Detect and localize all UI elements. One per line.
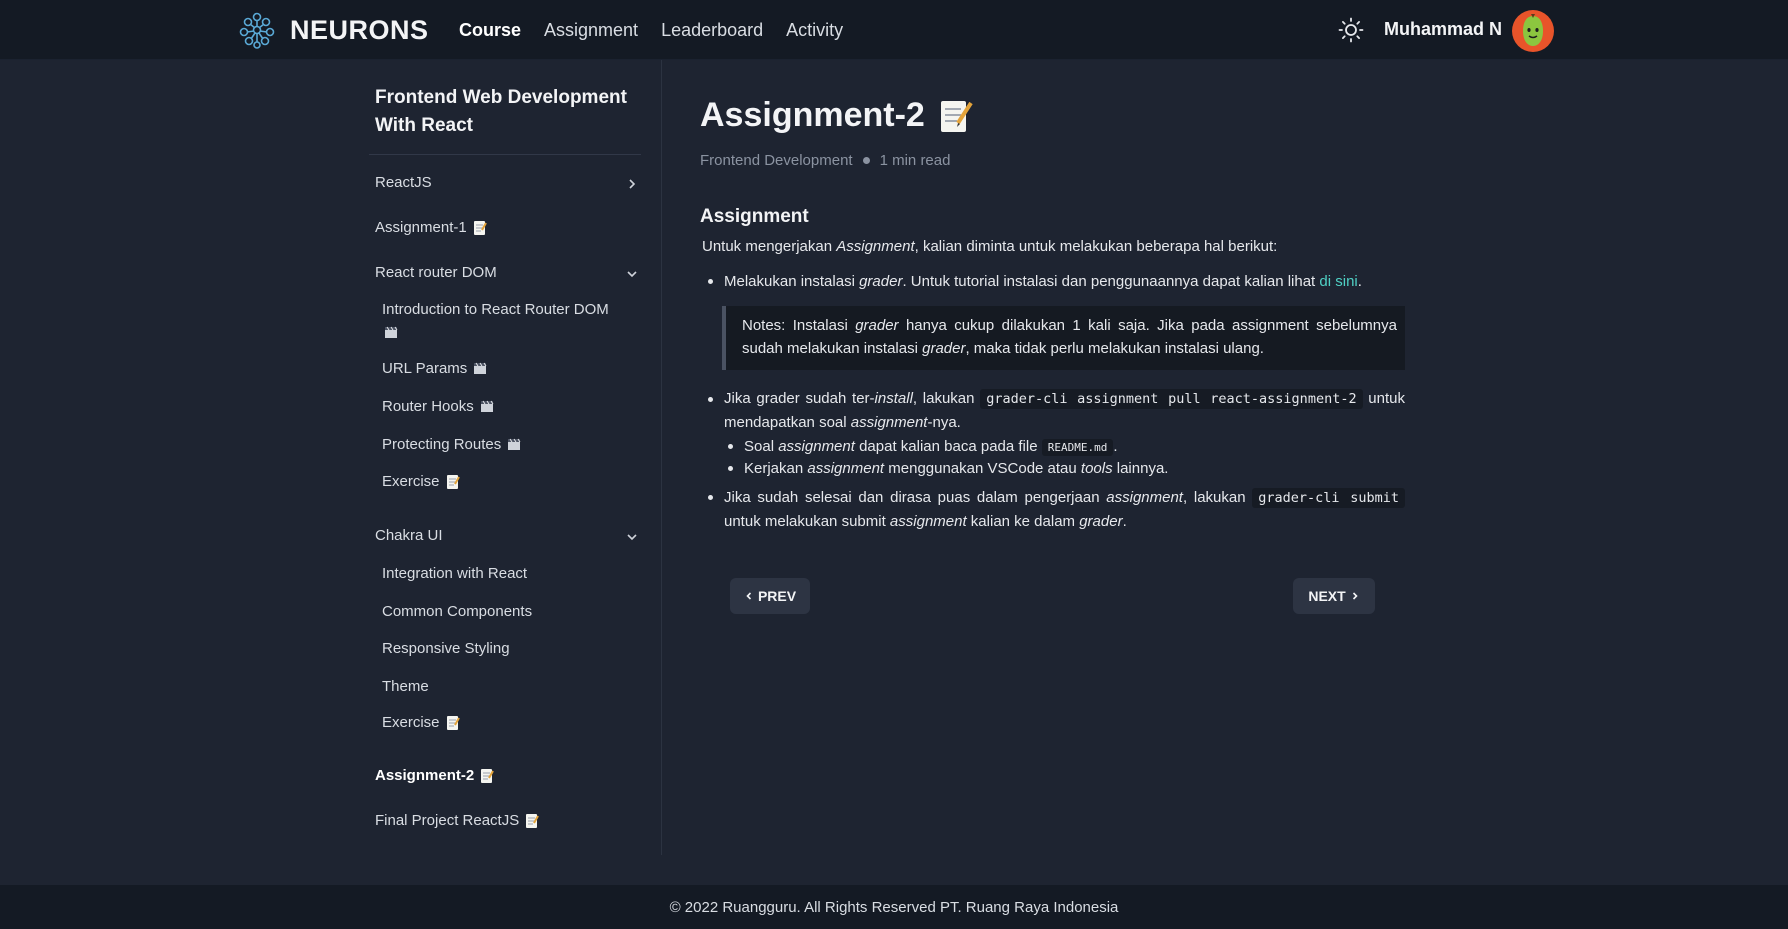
bullet-dot bbox=[728, 466, 733, 471]
brand[interactable]: NEURONS bbox=[238, 10, 429, 50]
avatar-character-icon bbox=[1523, 14, 1543, 46]
sidebar-item-label: Exercise bbox=[382, 714, 440, 731]
intro-paragraph: Untuk mengerjakan Assignment, kalian dim… bbox=[702, 238, 1278, 255]
chevron-right-icon bbox=[629, 179, 636, 189]
section-heading: Assignment bbox=[700, 206, 809, 227]
memo-icon bbox=[526, 813, 540, 828]
next-button-label: NEXT bbox=[1308, 588, 1346, 604]
sidebar-item-label: Assignment-1 bbox=[375, 219, 467, 236]
article-meta: Frontend Development 1 min read bbox=[700, 152, 950, 169]
sidebar-item-assignment-1[interactable]: Assignment-1 bbox=[375, 219, 487, 236]
clapper-icon bbox=[474, 362, 487, 374]
sidebar-item-exercise-router[interactable]: Exercise bbox=[382, 473, 460, 490]
avatar[interactable] bbox=[1512, 10, 1554, 52]
sidebar-item-label: Theme bbox=[382, 678, 429, 695]
sidebar-item-final-project[interactable]: Final Project ReactJS bbox=[375, 812, 540, 829]
sidebar-item-responsive-styling[interactable]: Responsive Styling bbox=[382, 640, 510, 657]
sidebar-item-label: Introduction to React Router DOM bbox=[382, 301, 609, 318]
sidebar-item-exercise-chakra[interactable]: Exercise bbox=[382, 714, 460, 731]
theme-toggle-button[interactable] bbox=[1337, 16, 1365, 44]
bullet-dot bbox=[728, 444, 733, 449]
footer: © 2022 Ruangguru. All Rights Reserved PT… bbox=[0, 885, 1788, 929]
list-item: Jika sudah selesai dan dirasa puas dalam… bbox=[724, 486, 1405, 533]
sidebar-item-label: Exercise bbox=[382, 473, 440, 490]
chevron-down-icon bbox=[627, 534, 637, 541]
sidebar-item-assignment-2[interactable]: Assignment-2 bbox=[375, 767, 495, 784]
readme-filename-code: README.md bbox=[1041, 439, 1114, 456]
separator-dot bbox=[862, 157, 870, 164]
chevron-down-icon bbox=[627, 271, 637, 278]
sidebar-item-label: Responsive Styling bbox=[382, 640, 510, 657]
category-label: Frontend Development bbox=[700, 152, 853, 169]
sidebar-item-label: URL Params bbox=[382, 360, 468, 377]
submit-command-code: grader-cli submit bbox=[1252, 488, 1405, 508]
bullet-dot bbox=[708, 397, 713, 402]
sidebar-item-label: Common Components bbox=[382, 603, 533, 620]
clapper-icon bbox=[385, 326, 398, 338]
sidebar-section-react-router-dom[interactable]: React router DOM bbox=[375, 264, 641, 281]
sub-list-item: Kerjakan assignment menggunakan VSCode a… bbox=[744, 460, 1169, 477]
sidebar-item-intro-react-router-dom[interactable]: Introduction to React Router DOM bbox=[382, 299, 622, 343]
read-time: 1 min read bbox=[879, 152, 951, 169]
sidebar-item-label: React router DOM bbox=[375, 264, 497, 281]
bullet-dot bbox=[708, 279, 713, 284]
next-button[interactable]: NEXT bbox=[1293, 578, 1375, 614]
sub-list-item: Soal assignment dapat kalian baca pada f… bbox=[744, 438, 1118, 456]
main-nav: Course Assignment Leaderboard Activity bbox=[459, 0, 866, 60]
prev-button[interactable]: PREV bbox=[730, 578, 810, 614]
sidebar-item-label: Router Hooks bbox=[382, 398, 474, 415]
sidebar-item-common-components[interactable]: Common Components bbox=[382, 603, 532, 620]
brand-name: NEURONS bbox=[290, 14, 429, 45]
top-navbar: NEURONS Course Assignment Leaderboard Ac… bbox=[0, 0, 1788, 60]
sun-icon bbox=[1338, 17, 1364, 43]
sidebar-item-label: Integration with React bbox=[382, 565, 528, 582]
sidebar-section-reactjs[interactable]: ReactJS bbox=[375, 174, 641, 191]
sidebar-item-label: ReactJS bbox=[375, 174, 432, 191]
sidebar-section-chakra-ui[interactable]: Chakra UI bbox=[375, 527, 641, 544]
sidebar-item-integration-with-react[interactable]: Integration with React bbox=[382, 565, 527, 582]
memo-icon bbox=[481, 768, 495, 783]
footer-copyright: © 2022 Ruangguru. All Rights Reserved PT… bbox=[669, 898, 1119, 916]
course-title: Frontend Web Development With React bbox=[375, 87, 627, 136]
list-item: Jika grader sudah ter-install, lakukan g… bbox=[724, 389, 1405, 431]
user-name[interactable]: Muhammad N bbox=[1384, 19, 1502, 40]
sidebar-item-url-params[interactable]: URL Params bbox=[382, 360, 487, 377]
divider bbox=[369, 154, 641, 155]
prev-button-label: PREV bbox=[757, 588, 797, 604]
memo-icon bbox=[940, 100, 973, 132]
list-item: Melakukan instalasi grader. Untuk tutori… bbox=[724, 273, 1362, 290]
sidebar-item-label: Assignment-2 bbox=[375, 767, 475, 784]
tutorial-link[interactable]: di sini bbox=[1319, 273, 1357, 290]
memo-icon bbox=[446, 715, 460, 730]
sidebar-item-router-hooks[interactable]: Router Hooks bbox=[382, 398, 494, 415]
sidebar-item-label: Chakra UI bbox=[375, 527, 443, 544]
nav-course[interactable]: Course bbox=[459, 20, 521, 41]
nav-leaderboard[interactable]: Leaderboard bbox=[661, 20, 763, 41]
clapper-icon bbox=[480, 400, 494, 412]
course-sidebar: Frontend Web Development With React Reac… bbox=[366, 60, 662, 855]
bullet-dot bbox=[708, 495, 713, 500]
sidebar-item-theme[interactable]: Theme bbox=[382, 678, 429, 695]
notes-text: Notes: Instalasi grader hanya cukup dila… bbox=[742, 317, 1397, 357]
clapper-icon bbox=[508, 438, 521, 450]
memo-icon bbox=[446, 474, 460, 489]
chevron-left-icon bbox=[746, 592, 752, 600]
sidebar-item-label: Protecting Routes bbox=[382, 436, 502, 453]
nav-assignment[interactable]: Assignment bbox=[544, 20, 638, 41]
nav-activity[interactable]: Activity bbox=[786, 20, 843, 41]
memo-icon bbox=[473, 220, 487, 235]
page-title-text: Assignment-2 bbox=[700, 96, 925, 134]
pull-command-code: grader-cli assignment pull react-assignm… bbox=[980, 389, 1363, 409]
notes-blockquote: Notes: Instalasi grader hanya cukup dila… bbox=[722, 306, 1405, 370]
page-title: Assignment-2 bbox=[700, 96, 973, 135]
sidebar-item-label: Final Project ReactJS bbox=[375, 812, 520, 829]
neurons-logo-icon bbox=[239, 12, 275, 49]
chevron-right-icon bbox=[1352, 592, 1358, 600]
sidebar-item-protecting-routes[interactable]: Protecting Routes bbox=[382, 436, 521, 453]
